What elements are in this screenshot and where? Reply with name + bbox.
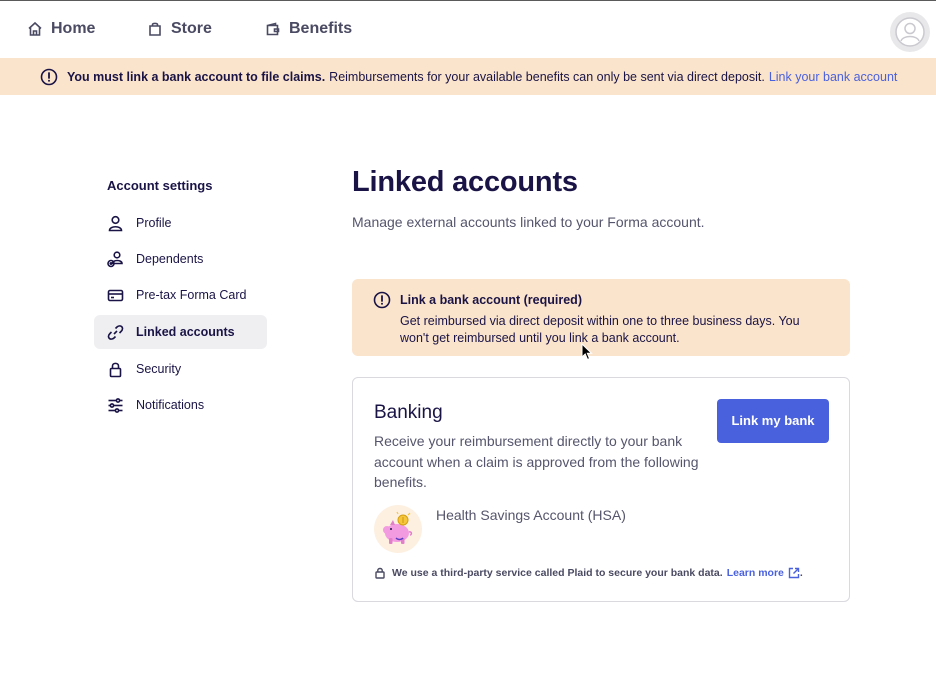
plaid-text: We use a third-party service called Plai… — [392, 567, 723, 579]
mouse-cursor-icon — [581, 343, 593, 361]
page-title: Linked accounts — [352, 166, 578, 198]
sidebar-item-security[interactable]: Security — [94, 352, 267, 386]
plaid-period: . — [799, 567, 803, 579]
sidebar-item-label: Linked accounts — [136, 325, 235, 339]
warning-text: Get reimbursed via direct deposit within… — [400, 314, 800, 345]
learn-more-label: Learn more — [726, 567, 784, 579]
nav-home-label: Home — [51, 20, 96, 37]
banking-card: Banking Receive your reimbursement direc… — [352, 377, 850, 602]
sidebar-item-label: Security — [136, 362, 182, 376]
lock-icon — [375, 567, 385, 579]
sidebar-item-dependents[interactable]: Dependents — [94, 242, 267, 276]
learn-more-link[interactable]: Learn more — [727, 567, 800, 579]
nav-benefits[interactable]: Benefits — [265, 19, 352, 39]
avatar[interactable] — [890, 12, 930, 52]
card-icon — [107, 289, 124, 301]
sliders-icon — [108, 397, 123, 413]
home-icon — [28, 21, 42, 36]
wallet-icon — [266, 22, 280, 36]
warning-title: Link a bank account (required) — [400, 293, 582, 307]
bag-icon — [149, 22, 161, 36]
sidebar-item-label: Notifications — [136, 398, 205, 412]
page-subtitle: Manage external accounts linked to your … — [352, 214, 705, 230]
nav-store[interactable]: Store — [147, 19, 212, 39]
alert-banner: You must link a bank account to file cla… — [0, 58, 936, 95]
nav-benefits-label: Benefits — [289, 20, 353, 37]
sidebar-item-linked-accounts[interactable]: Linked accounts — [94, 315, 267, 349]
sidebar-item-pretax-card[interactable]: Pre-tax Forma Card — [94, 278, 267, 312]
dependents-icon — [107, 250, 123, 267]
sidebar-item-notifications[interactable]: Notifications — [94, 388, 267, 422]
benefit-hsa: Health Savings Account (HSA) — [436, 507, 626, 523]
link-icon — [107, 324, 124, 340]
sidebar-item-profile[interactable]: Profile — [94, 206, 267, 240]
sidebar-title: Account settings — [107, 178, 213, 193]
banner-bold-text: You must link a bank account to file cla… — [67, 69, 326, 84]
sidebar-item-label: Pre-tax Forma Card — [136, 288, 247, 302]
nav-store-label: Store — [171, 20, 212, 37]
top-navigation: Home Store Benefits — [0, 0, 936, 58]
banking-title: Banking — [374, 402, 443, 423]
link-my-bank-button[interactable]: Link my bank — [717, 399, 829, 443]
banking-description: Receive your reimbursement directly to y… — [374, 433, 699, 490]
person-icon — [108, 215, 123, 231]
sidebar-item-label: Dependents — [136, 252, 204, 266]
alert-circle-icon — [373, 291, 391, 309]
required-warning: Link a bank account (required) Get reimb… — [352, 279, 850, 356]
alert-circle-icon — [40, 68, 58, 85]
external-link-icon — [788, 567, 800, 579]
piggy-bank-icon — [374, 505, 422, 553]
lock-icon — [109, 362, 122, 377]
nav-home[interactable]: Home — [27, 19, 95, 39]
user-avatar-icon — [895, 17, 925, 47]
link-bank-account-link[interactable]: Link your bank account — [769, 70, 898, 84]
sidebar-item-label: Profile — [136, 216, 172, 230]
banner-text: Reimbursements for your available benefi… — [329, 69, 765, 84]
plaid-notice: We use a third-party service called Plai… — [374, 567, 803, 579]
